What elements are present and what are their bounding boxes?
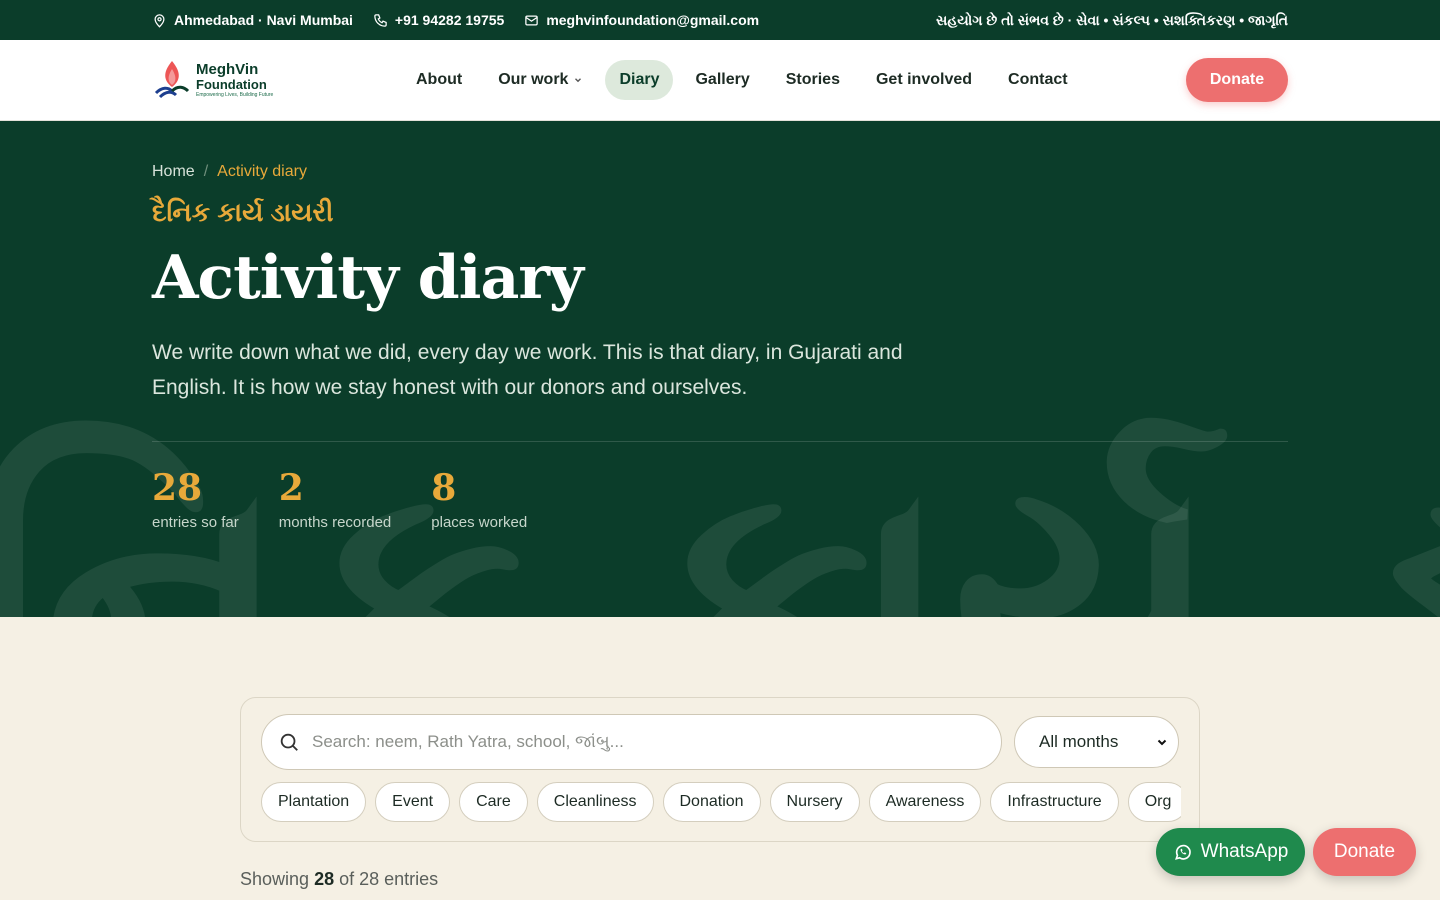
stat-value: 28 [152,467,203,509]
search-icon [280,733,298,751]
results-suffix: of 28 entries [339,869,439,889]
search-box[interactable] [261,714,1002,770]
logo-line-1: MeghVin [196,61,259,78]
chip-org[interactable]: Org [1127,782,1181,822]
page-title: Activity diary [152,243,584,313]
top-bar: Ahmedabad · Navi Mumbai +91 94282 19755 … [0,0,1440,40]
logo[interactable]: MeghVin Foundation Empowering Lives, Bui… [152,57,402,103]
chip-cleanliness[interactable]: Cleanliness [536,782,654,822]
chip-awareness[interactable]: Awareness [868,782,982,822]
contact-info: Ahmedabad · Navi Mumbai +91 94282 19755 … [152,12,759,28]
page-description: We write down what we did, every day we … [152,341,903,399]
month-select-value: All months [1039,732,1119,751]
location-item: Ahmedabad · Navi Mumbai [152,12,353,28]
logo-line-3: Empowering Lives, Building Future [196,92,274,98]
nav-gallery[interactable]: Gallery [681,60,763,100]
stat-places: 8 places worked [431,466,527,531]
phone-text: +91 94282 19755 [394,12,505,28]
chip-infrastructure[interactable]: Infrastructure [990,782,1119,822]
flame-logo-icon [154,61,190,99]
stat-months: 2 months recorded [279,466,392,531]
stat-value: 8 [431,467,457,509]
chip-plantation[interactable]: Plantation [261,782,367,822]
gujarati-tagline: સહયોગ છે તો સંભવ છે · સેવા • સંકલ્પ • સશ… [936,11,1288,28]
nav-stories[interactable]: Stories [772,60,854,100]
email-text: meghvinfoundation@gmail.com [546,12,760,28]
stat-label: entries so far [152,514,239,531]
divider [152,441,1288,442]
email-link[interactable]: meghvinfoundation@gmail.com [524,12,759,28]
chip-event[interactable]: Event [375,782,451,822]
stat-value: 2 [278,467,304,509]
breadcrumb-home[interactable]: Home [152,163,195,181]
phone-link[interactable]: +91 94282 19755 [373,12,504,28]
nav-contact[interactable]: Contact [994,60,1082,100]
chip-donation[interactable]: Donation [662,782,761,822]
donate-button[interactable]: Donate [1186,58,1288,102]
whatsapp-label: WhatsApp [1200,841,1289,862]
nav-get-involved[interactable]: Get involved [862,60,986,100]
filter-panel: All months Plantation Event Care Cleanli… [240,697,1200,842]
logo-text: MeghVin Foundation Empowering Lives, Bui… [196,62,273,98]
chip-care[interactable]: Care [459,782,528,822]
month-select[interactable]: All months [1014,716,1179,768]
stats-row: 28 entries so far 2 months recorded 8 pl… [152,466,1288,531]
location-text: Ahmedabad · Navi Mumbai [174,12,353,28]
chip-nursery[interactable]: Nursery [769,782,860,822]
search-row: All months [261,714,1179,770]
nav-our-work[interactable]: Our work [484,60,597,100]
stat-label: places worked [431,514,528,531]
nav-menu: About Our work Diary Gallery Stories Get… [402,60,1082,100]
search-input[interactable] [312,732,932,752]
map-pin-icon [154,13,165,28]
main-nav: MeghVin Foundation Empowering Lives, Bui… [0,40,1440,121]
stat-entries: 28 entries so far [152,466,239,531]
logo-line-2: Foundation [196,77,267,92]
nav-diary[interactable]: Diary [605,60,674,100]
hero-section: નિક કાર્ય ડાયરી Home / Activity diary દૈ… [0,121,1440,617]
mail-icon [525,15,539,25]
donate-float-button[interactable]: Donate [1313,828,1416,876]
results-prefix: Showing [240,869,310,889]
whatsapp-float-button[interactable]: WhatsApp [1156,828,1305,876]
chevron-down-icon [1157,739,1167,746]
breadcrumb-current: Activity diary [217,163,307,180]
results-shown: 28 [314,869,335,889]
whatsapp-icon [1174,844,1191,860]
results-count: Showing 28 of 28 entries [240,869,438,890]
gujarati-title: દૈનિક કાર્ય ડાયરી [152,197,334,227]
breadcrumb: Home / Activity diary [152,121,1288,181]
breadcrumb-separator: / [203,163,209,180]
nav-our-work-label: Our work [498,71,569,88]
nav-about[interactable]: About [402,60,476,100]
chevron-down-icon [575,78,582,83]
category-chips: Plantation Event Care Cleanliness Donati… [261,782,1181,822]
phone-icon [374,13,387,27]
stat-label: months recorded [278,514,392,531]
